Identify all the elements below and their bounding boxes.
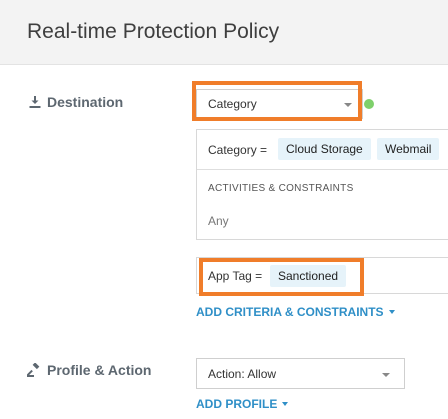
- chevron-down-icon: [382, 372, 390, 377]
- status-indicator: [364, 99, 374, 109]
- app-tag-chip-sanctioned[interactable]: Sanctioned: [270, 265, 347, 287]
- category-operator-label: Category =: [208, 143, 268, 157]
- add-criteria-button[interactable]: ADD CRITERIA & CONSTRAINTS: [196, 305, 395, 319]
- category-chip-webmail[interactable]: Webmail: [377, 138, 440, 160]
- profile-action-section-label: Profile & Action: [27, 362, 152, 378]
- caret-down-icon: [282, 402, 289, 406]
- action-select[interactable]: Action: Allow: [196, 358, 405, 389]
- destination-section-label: Destination: [29, 94, 123, 110]
- panel-divider: [197, 169, 448, 170]
- caret-down-icon: [388, 310, 395, 314]
- add-profile-label: ADD PROFILE: [196, 397, 278, 411]
- activities-value[interactable]: Any: [208, 214, 229, 228]
- destination-type-select[interactable]: Category: [196, 89, 363, 119]
- profile-action-label: Profile & Action: [47, 362, 152, 378]
- chevron-down-icon: [344, 103, 352, 107]
- app-tag-panel: App Tag = Sanctioned: [196, 257, 448, 294]
- gavel-icon: [27, 363, 41, 377]
- action-select-value: Action: Allow: [208, 367, 276, 381]
- destination-type-value: Category: [208, 97, 257, 111]
- destination-label: Destination: [47, 94, 124, 110]
- action-value: Allow: [247, 366, 277, 381]
- app-tag-operator-label: App Tag =: [208, 269, 263, 283]
- category-chip-cloud-storage[interactable]: Cloud Storage: [278, 138, 371, 160]
- destination-criteria-panel: Category = Cloud Storage Webmail ACTIVIT…: [196, 129, 448, 240]
- page-title: Real-time Protection Policy: [27, 20, 280, 43]
- page-header: Real-time Protection Policy: [0, 0, 448, 65]
- action-prefix: Action:: [208, 366, 245, 381]
- activities-heading: ACTIVITIES & CONSTRAINTS: [208, 183, 354, 194]
- add-criteria-label: ADD CRITERIA & CONSTRAINTS: [196, 305, 384, 319]
- download-icon: [29, 96, 41, 108]
- add-profile-button[interactable]: ADD PROFILE: [196, 397, 289, 411]
